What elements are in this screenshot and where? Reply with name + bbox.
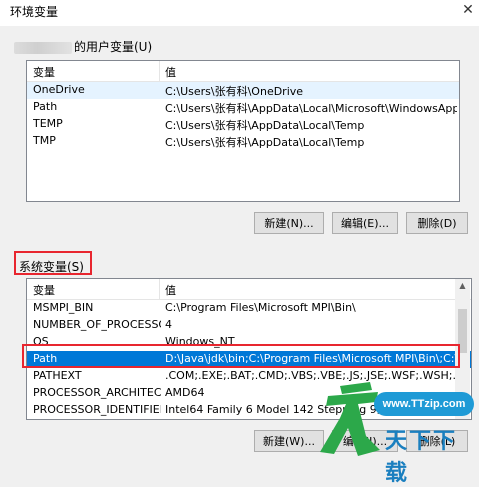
column-separator[interactable] [159,61,160,81]
close-icon[interactable]: ✕ [457,0,479,20]
system-new-button[interactable]: 新建(W)... [254,430,324,452]
user-row-tmp[interactable]: TMP C:\Users\张有科\AppData\Local\Temp [27,133,459,150]
user-row-temp[interactable]: TEMP C:\Users\张有科\AppData\Local\Temp [27,116,459,133]
user-list-header: 变量 值 [27,61,459,82]
redacted-username [14,41,72,54]
row-name: OneDrive [33,83,85,96]
system-row-path[interactable]: Path D:\Java\jdk\bin;C:\Program Files\Mi… [27,351,471,368]
system-variables-label: 系统变量(S) [19,260,84,274]
watermark-chars: 天下下载 [385,429,458,486]
row-name: MSMPI_BIN [33,301,94,314]
user-new-button[interactable]: 新建(N)... [254,212,324,234]
row-name: Path [33,352,58,365]
system-col-variable[interactable]: 变量 [33,282,55,298]
row-value: D:\Java\jdk\bin;C:\Program Files\Microso… [165,352,455,365]
system-row-os[interactable]: OS Windows_NT [27,334,471,351]
row-name: PROCESSOR_ARCHITECT... [33,386,161,399]
row-value: C:\Users\张有科\AppData\Local\Temp [165,119,365,132]
system-list-header: 变量 值 [27,279,471,300]
window-title: 环境变量 [10,5,59,19]
row-name: Path [33,100,58,113]
column-separator[interactable] [159,279,160,299]
row-value: C:\Program Files\Microsoft MPI\Bin\ [165,301,356,314]
row-value: 4 [165,318,172,331]
row-value: Windows_NT [165,335,235,348]
user-delete-button[interactable]: 删除(D) [406,212,468,234]
user-col-variable[interactable]: 变量 [33,64,55,80]
system-row-pathext[interactable]: PATHEXT .COM;.EXE;.BAT;.CMD;.VBS;.VBE;.J… [27,368,471,385]
user-col-value[interactable]: 值 [165,64,176,80]
scroll-up-arrow-icon[interactable]: ▲ [455,279,470,293]
system-col-value[interactable]: 值 [165,282,176,298]
row-value: .COM;.EXE;.BAT;.CMD;.VBS;.VBE;.JS;.JSE;.… [165,369,455,382]
user-variables-list[interactable]: 变量 值 OneDrive C:\Users\张有科\OneDrive Path… [26,60,460,202]
row-name: PROCESSOR_IDENTIFIER [33,403,161,416]
user-row-onedrive[interactable]: OneDrive C:\Users\张有科\OneDrive [27,82,459,99]
row-name: TEMP [33,117,63,130]
row-name: OS [33,335,49,348]
system-row-msmpi-bin[interactable]: MSMPI_BIN C:\Program Files\Microsoft MPI… [27,300,471,317]
user-edit-button[interactable]: 编辑(E)... [332,212,398,234]
row-name: NUMBER_OF_PROCESSORS [33,318,161,331]
scrollbar-thumb[interactable] [458,309,467,353]
row-value: C:\Users\张有科\AppData\Local\Microsoft\Win… [165,102,457,115]
user-row-path[interactable]: Path C:\Users\张有科\AppData\Local\Microsof… [27,99,459,116]
row-value: C:\Users\张有科\AppData\Local\Temp [165,136,365,149]
user-variables-label-text: 的用户变量(U) [74,40,153,54]
system-row-number-of-processors[interactable]: NUMBER_OF_PROCESSORS 4 [27,317,471,334]
row-name: TMP [33,134,56,147]
user-variables-label: 的用户变量(U) [14,38,152,55]
title-bar: 环境变量 ✕ [0,0,479,26]
row-value: C:\Users\张有科\OneDrive [165,85,304,98]
row-name: PATHEXT [33,369,82,382]
watermark-url: www.TTzip.com [374,392,474,416]
